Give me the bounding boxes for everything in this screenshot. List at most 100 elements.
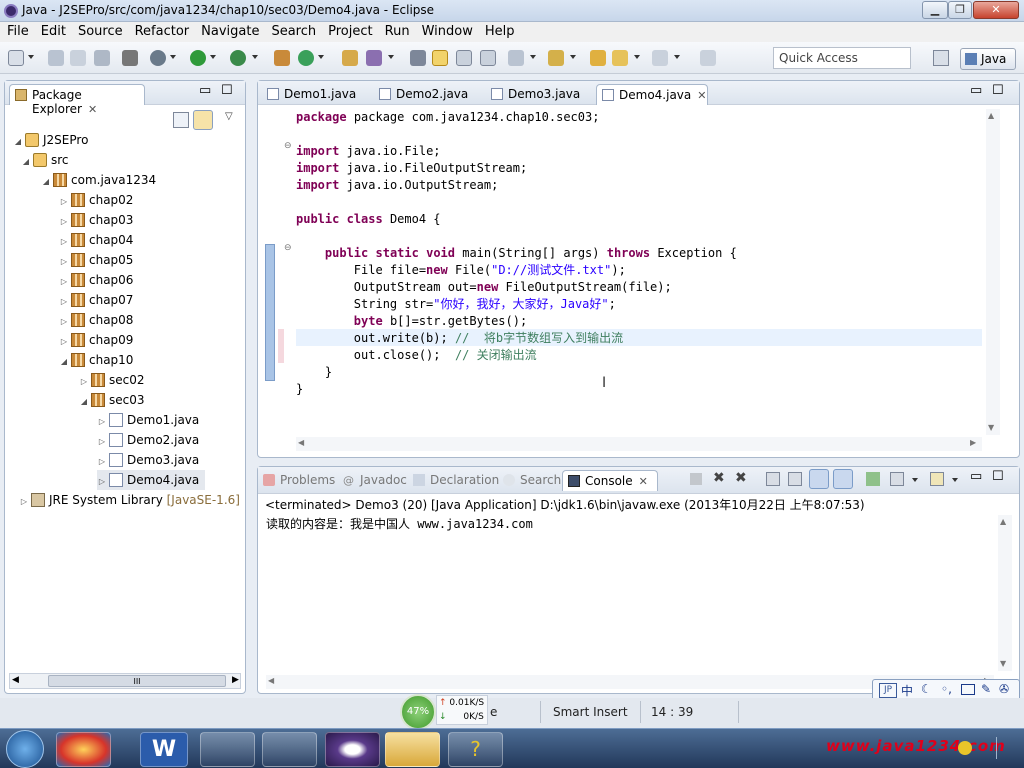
open-console-dropdown-icon[interactable]	[952, 478, 958, 482]
menu-file[interactable]: File	[0, 22, 34, 41]
menu-edit[interactable]: Edit	[34, 22, 71, 41]
taskbar-terminal-icon[interactable]	[262, 732, 317, 767]
new-dropdown-icon[interactable]	[28, 55, 34, 59]
open-task-dropdown-icon[interactable]	[388, 55, 394, 59]
expand-arrow-icon[interactable]: ▷	[97, 472, 107, 492]
collapse-arrow-icon[interactable]: ◢	[41, 172, 51, 192]
tree-item[interactable]: ◢ com.java1234	[41, 170, 156, 190]
tree-item[interactable]: ◢ chap10	[59, 350, 133, 370]
open-perspective-icon[interactable]	[933, 50, 949, 66]
block-selection-icon[interactable]	[456, 50, 472, 66]
expand-arrow-icon[interactable]: ▷	[59, 312, 69, 332]
keyboard-icon[interactable]	[961, 684, 975, 695]
tree-item[interactable]: ◢ sec03	[79, 390, 145, 410]
expand-arrow-icon[interactable]: ▷	[19, 492, 29, 512]
tree-item[interactable]: ▷ chap04	[59, 230, 133, 250]
expand-arrow-icon[interactable]: ▷	[59, 272, 69, 292]
tree-item[interactable]: ▷ chap03	[59, 210, 133, 230]
punctuation-icon[interactable]: ◦,	[941, 682, 952, 696]
quick-access-input[interactable]: Quick Access	[773, 47, 911, 69]
mark-occurrences-icon[interactable]	[432, 50, 448, 66]
save-icon[interactable]	[48, 50, 64, 66]
maximize-button[interactable]: ❐	[948, 1, 972, 19]
previous-annotation-icon[interactable]	[548, 50, 564, 66]
debug-icon[interactable]	[150, 50, 166, 66]
help-icon[interactable]: ?	[448, 732, 503, 767]
next-annotation-icon[interactable]	[508, 50, 524, 66]
next-annotation-dropdown-icon[interactable]	[530, 55, 536, 59]
pin-console-icon[interactable]	[866, 472, 880, 486]
tree-item[interactable]: ▷ chap06	[59, 270, 133, 290]
tree-item[interactable]: ▷ chap07	[59, 290, 133, 310]
taskbar-terminal-icon[interactable]	[200, 732, 255, 767]
menu-search[interactable]: Search	[264, 22, 321, 41]
scroll-down-icon[interactable]: ▼	[1000, 659, 1006, 668]
perspective-java-button[interactable]: Java	[960, 48, 1016, 70]
tray-icon[interactable]	[958, 741, 972, 755]
console-scrollbar[interactable]: ▲ ▼	[998, 515, 1012, 671]
tree-item[interactable]: ▷ Demo2.java	[97, 430, 199, 450]
expand-arrow-icon[interactable]: ▷	[97, 452, 107, 472]
collapse-all-icon[interactable]	[173, 112, 189, 128]
tree-item[interactable]: ◢ src	[21, 150, 69, 170]
tab-demo4[interactable]: Demo4.java ✕	[596, 84, 708, 105]
close-icon[interactable]: ✕	[88, 103, 97, 116]
new-class-icon[interactable]	[298, 50, 314, 66]
tab-problems[interactable]: Problems	[258, 470, 341, 491]
run-icon[interactable]	[190, 50, 206, 66]
maximize-view-icon[interactable]: ☐	[992, 83, 1004, 98]
display-console-icon[interactable]	[890, 472, 904, 486]
tab-demo1[interactable]: Demo1.java	[262, 84, 372, 105]
close-icon[interactable]: ✕	[639, 475, 648, 488]
expand-arrow-icon[interactable]: ▷	[59, 212, 69, 232]
word-icon[interactable]: W	[140, 732, 188, 767]
forward-icon[interactable]	[652, 50, 668, 66]
start-button[interactable]	[6, 730, 44, 768]
scroll-right-icon[interactable]: ▶	[232, 675, 239, 685]
moon-icon[interactable]: ☾	[921, 682, 932, 696]
expand-arrow-icon[interactable]: ▷	[59, 292, 69, 312]
remove-launch-icon[interactable]: ✖	[713, 470, 725, 486]
ime-mode-label[interactable]: 中	[901, 682, 913, 699]
menu-help[interactable]: Help	[478, 22, 520, 41]
expand-arrow-icon[interactable]: ▷	[79, 372, 89, 392]
settings-icon[interactable]: ✇	[999, 682, 1009, 696]
skin-icon[interactable]: ✎	[981, 682, 991, 696]
tree-item[interactable]: ▷ JRE System Library [JavaSE-1.6]	[19, 490, 240, 510]
vertical-scrollbar[interactable]: ▲ ▼	[986, 109, 1000, 435]
expand-arrow-icon[interactable]: ▷	[59, 332, 69, 352]
code-text[interactable]: package package com.java1234.chap10.sec0…	[296, 109, 982, 398]
print-icon[interactable]	[94, 50, 110, 66]
eclipse-taskbar-icon[interactable]	[325, 732, 380, 767]
menu-refactor[interactable]: Refactor	[128, 22, 195, 41]
maximize-view-icon[interactable]: ☐	[221, 83, 233, 98]
expand-arrow-icon[interactable]: ▷	[97, 412, 107, 432]
scroll-left-icon[interactable]: ◀	[298, 438, 304, 447]
scroll-up-icon[interactable]: ▲	[1000, 517, 1006, 526]
minimize-button[interactable]: ▁	[922, 1, 948, 19]
save-all-icon[interactable]	[70, 50, 86, 66]
network-meter-badge[interactable]: 47%	[400, 694, 436, 730]
fold-import-icon[interactable]: ⊖	[284, 141, 292, 151]
expand-arrow-icon[interactable]: ▷	[97, 432, 107, 452]
remove-all-terminated-icon[interactable]: ✖	[735, 470, 747, 486]
forward-dropdown-icon[interactable]	[674, 55, 680, 59]
tree-item[interactable]: ◢ J2SEPro	[13, 130, 88, 150]
ime-logo-icon[interactable]: JP	[879, 683, 897, 698]
tree-item[interactable]: ▷ Demo1.java	[97, 410, 199, 430]
new-class-dropdown-icon[interactable]	[318, 55, 324, 59]
tab-demo3[interactable]: Demo3.java	[486, 84, 596, 105]
skip-breakpoints-icon[interactable]	[122, 50, 138, 66]
scroll-left-icon[interactable]: ◀	[268, 676, 274, 685]
search-icon[interactable]	[410, 50, 426, 66]
close-button[interactable]: ✕	[973, 1, 1019, 19]
tab-console[interactable]: Console ✕	[562, 470, 658, 491]
expand-arrow-icon[interactable]: ▷	[59, 252, 69, 272]
tree-item-selected[interactable]: ▷ Demo4.java	[97, 470, 205, 490]
show-desktop-button[interactable]	[996, 737, 1016, 759]
tree-item[interactable]: ▷ chap05	[59, 250, 133, 270]
horizontal-scrollbar[interactable]: ◀ III ▶	[9, 673, 241, 689]
tree-item[interactable]: ▷ chap09	[59, 330, 133, 350]
collapse-arrow-icon[interactable]: ◢	[13, 132, 23, 152]
last-edit-location-icon[interactable]	[590, 50, 606, 66]
